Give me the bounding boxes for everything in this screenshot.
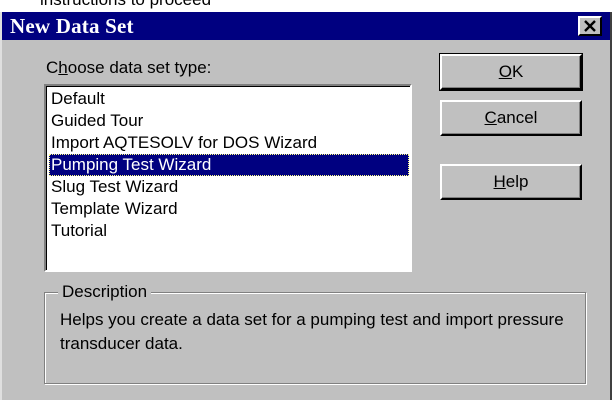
list-item-guided-tour[interactable]: Guided Tour	[49, 110, 409, 132]
new-data-set-dialog: New Data Set Choose data set type: Defau…	[0, 12, 612, 400]
list-item-tutorial[interactable]: Tutorial	[49, 220, 409, 242]
list-item-pumping-test-wizard[interactable]: Pumping Test Wizard	[49, 154, 409, 176]
help-button[interactable]: Help	[440, 164, 582, 200]
list-item-import-aqtesolv-for-dos-wizard[interactable]: Import AQTESOLV for DOS Wizard	[49, 132, 409, 154]
ok-button[interactable]: OK	[439, 53, 583, 91]
close-button[interactable]	[578, 16, 602, 36]
background-text: instructions to proceed	[40, 0, 211, 10]
choose-data-set-type-label: Choose data set type:	[46, 58, 212, 77]
title-bar[interactable]: New Data Set	[2, 12, 610, 40]
cancel-button[interactable]: Cancel	[440, 100, 582, 136]
close-icon	[584, 20, 596, 32]
background-text-fragment: instructions to proceed	[0, 0, 612, 12]
data-set-type-listbox[interactable]: Default Guided Tour Import AQTESOLV for …	[44, 84, 412, 272]
description-text: Helps you create a data set for a pumpin…	[60, 310, 564, 353]
list-item-template-wizard[interactable]: Template Wizard	[49, 198, 409, 220]
dialog-title: New Data Set	[10, 14, 134, 38]
list-item-slug-test-wizard[interactable]: Slug Test Wizard	[49, 176, 409, 198]
list-item-default[interactable]: Default	[49, 88, 409, 110]
description-legend: Description	[58, 282, 152, 302]
